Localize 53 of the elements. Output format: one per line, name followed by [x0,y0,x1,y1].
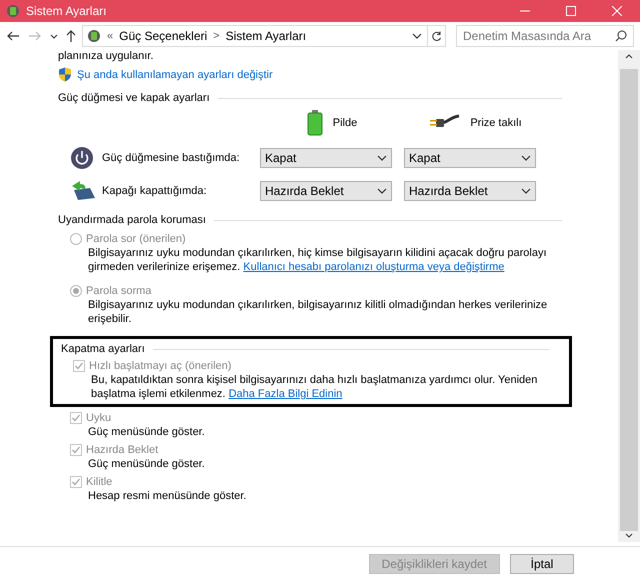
option-description: Güç menüsünde göster. [88,457,206,471]
section-heading: Güç düğmesi ve kapak ayarları [58,92,210,104]
section-heading: Uyandırmada parola koruması [58,214,206,226]
section-heading: Kapatma ayarları [61,343,145,355]
radio-label: Parola sor (önerilen) [86,232,186,246]
setting-label: Kapağı kapattığımda: [101,185,208,197]
dropdown-icon [412,33,422,39]
admin-settings-link[interactable]: Şu anda kullanılamayan ayarları değiştir [77,68,273,80]
option-description: Bilgisayarınız uyku modundan çıkarılırken, hiç kimse bilgisayarın kilidini açacak doğru parolayı girmeden verilerinize erişemez. Kullanıcı hesabı parolanızı oluşturma veya değiştirme [88,246,548,274]
cancel-button[interactable]: İptal [510,554,574,574]
breadcrumb[interactable]: Sistem Ayarları [226,29,306,43]
address-bar[interactable]: « Güç Seçenekleri > Sistem Ayarları [82,25,446,47]
scroll-down-icon[interactable] [625,533,633,538]
column-heading: Pilde [332,117,358,129]
dropdown[interactable]: Kapat [404,148,536,168]
intro-text: planınıza uygulanır. [58,50,154,63]
dropdown[interactable]: Hazırda Beklet [404,181,536,201]
shield-icon [58,67,72,82]
setting-label: Güç düğmesine bastığımda: [101,152,241,164]
search-box[interactable]: Denetim Masasında Ara [456,25,634,47]
checkbox-label: Kilitle [86,475,112,489]
option-description: Hesap resmi menüsünde göster. [88,489,248,503]
chevron-down-icon [377,188,387,194]
scroll-up-icon[interactable] [625,54,633,59]
dropdown[interactable]: Hazırda Beklet [260,181,392,201]
option-description: Güç menüsünde göster. [88,425,206,439]
search-icon [615,30,627,42]
laptop-icon [70,180,96,202]
radio-label: Parola sorma [86,284,152,298]
up-button[interactable] [64,30,78,42]
maximize-icon [566,6,576,16]
checkbox-label: Hazırda Beklet [86,443,158,457]
app-icon [87,29,101,43]
breadcrumb-separator: > [213,30,220,42]
breadcrumb[interactable]: Güç Seçenekleri [119,29,208,43]
chevron-down-icon [521,188,531,194]
window-title: Sistem Ayarları [26,4,108,18]
refresh-icon [431,30,442,42]
option-description: Bilgisayarınız uyku modundan çıkarılırken, bilgisayarınız kilitli olmadığından herkes verilerinize erişebilir. [88,298,548,326]
checkbox-label: Hızlı başlatmayı aç (önerilen) [89,359,232,373]
column-heading: Prize takılı [470,117,522,129]
scrollbar-thumb[interactable] [620,69,638,531]
close-icon [612,6,622,16]
app-icon [6,4,20,18]
chevron-down-icon [521,155,531,161]
checkbox-label: Uyku [86,411,112,425]
recent-locations-button[interactable] [48,34,60,38]
chevron-down-icon [377,155,387,161]
dropdown[interactable]: Kapat [260,148,392,168]
overflow-marker: « [107,30,114,42]
power-icon [70,146,94,170]
battery-icon [306,110,323,136]
option-description: Bu, kapatıldıktan sonra kişisel bilgisayarınızı daha hızlı başlatmanıza yardımcı olur. Yeniden başlatma işlemi etkilenmez. Daha Fazla Bilgi Edinin [91,373,538,401]
